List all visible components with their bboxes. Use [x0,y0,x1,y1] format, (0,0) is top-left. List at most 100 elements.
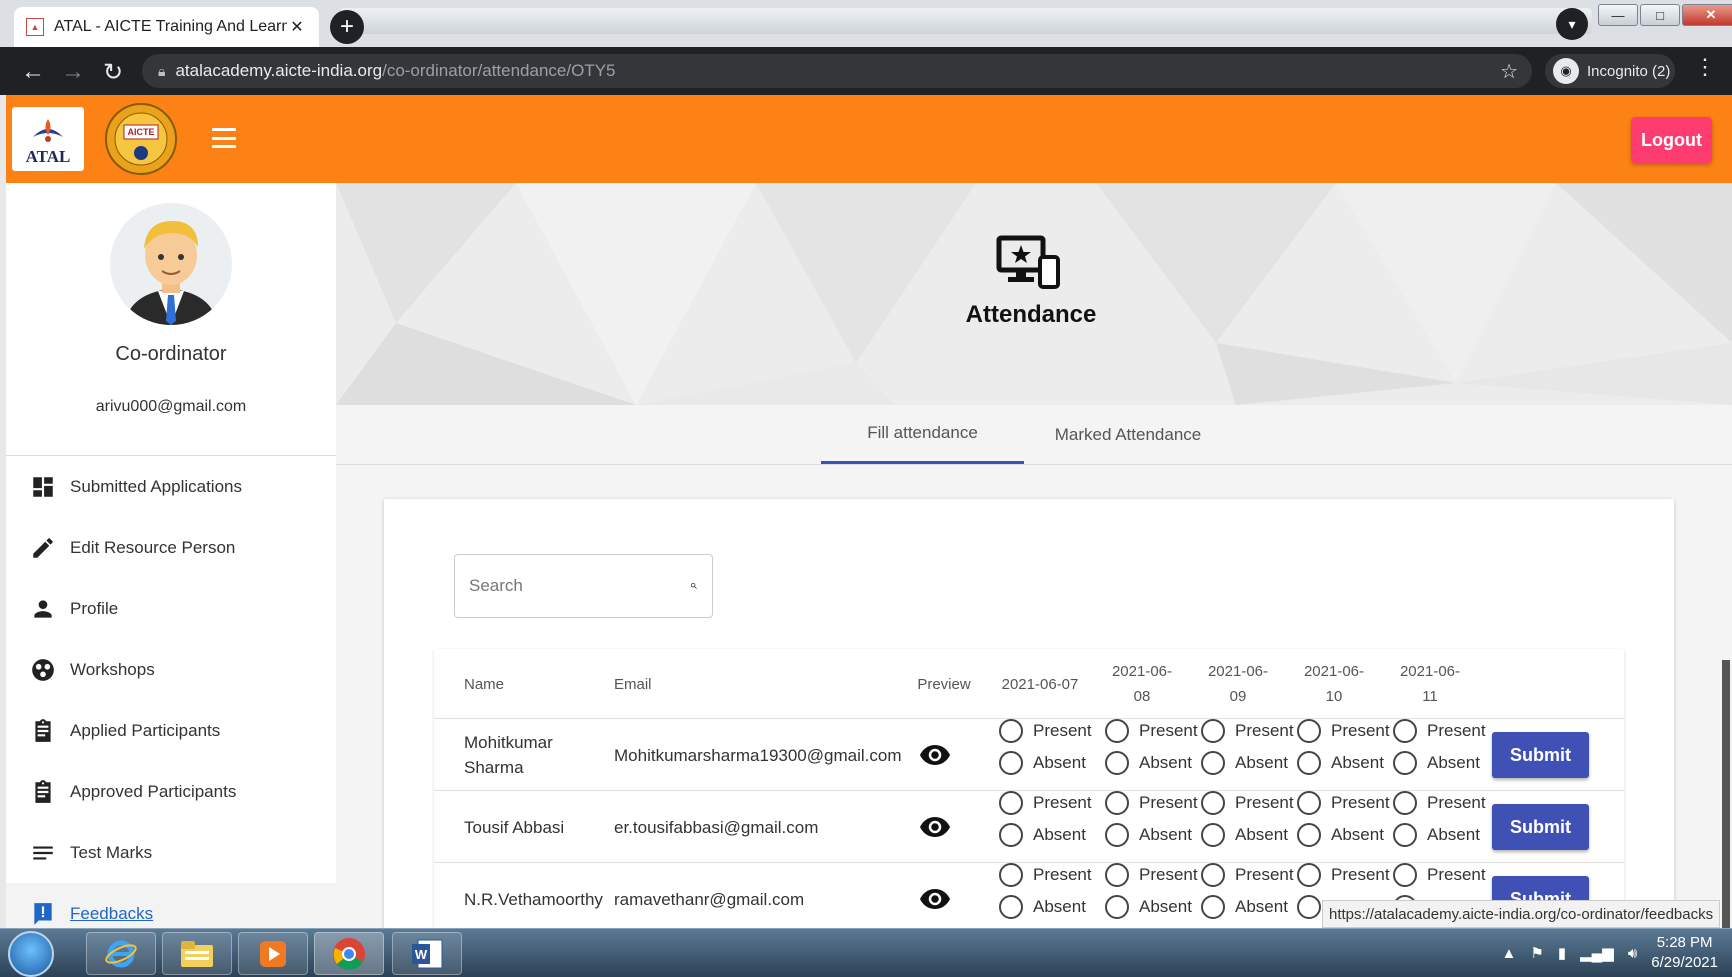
volume-icon[interactable]: 🔊︎ [1628,945,1637,962]
atal-logo[interactable]: ATAL [12,107,84,171]
eye-icon[interactable] [920,816,950,838]
tab-search-icon[interactable]: ▾ [1556,8,1588,40]
present-radio[interactable]: Present [1393,791,1486,815]
present-radio[interactable]: Present [999,863,1092,887]
sidebar-item-edit-resource-person[interactable]: Edit Resource Person [6,517,336,578]
present-radio[interactable]: Present [1297,719,1390,743]
maximize-button[interactable]: □ [1640,4,1680,26]
pencil-icon [33,537,53,558]
radio-circle [1105,863,1129,887]
address-bar[interactable]: 🔒︎ atalacademy.aicte-india.org/co-ordina… [142,54,1532,88]
tray-expand-icon[interactable]: ▲ [1502,945,1517,962]
minimize-button[interactable]: — [1598,4,1638,26]
present-radio[interactable]: Present [1297,791,1390,815]
absent-radio[interactable]: Absent [1105,895,1192,919]
word-icon[interactable]: W [392,932,462,975]
absent-radio[interactable]: Absent [1201,895,1288,919]
browser-menu-icon[interactable]: ⋮ [1694,54,1716,80]
logout-button[interactable]: Logout [1631,117,1712,163]
submit-button[interactable]: Submit [1492,804,1589,850]
radio-circle [999,863,1023,887]
incognito-label: Incognito (2) [1587,62,1671,80]
media-player-icon[interactable] [238,932,308,975]
present-radio[interactable]: Present [1297,863,1390,887]
absent-radio[interactable]: Absent [1393,823,1480,847]
sidebar-item-label: Workshops [70,659,155,679]
present-radio[interactable]: Present [1201,863,1294,887]
windows-start-button[interactable] [8,931,54,977]
search-icon[interactable] [690,575,698,597]
chrome-icon[interactable] [314,932,384,975]
participant-name: Tousif Abbasi [464,817,565,837]
lock-icon: 🔒︎ [158,62,166,79]
absent-radio[interactable]: Absent [1297,823,1384,847]
search-input[interactable] [469,576,690,596]
sidebar-item-label: Approved Participants [70,781,237,801]
browser-tab[interactable]: ▲ ATAL - AICTE Training And Learn ✕ [14,7,319,47]
absent-radio[interactable]: Absent [1105,823,1192,847]
aicte-logo[interactable]: AICTE [104,101,178,177]
present-label: Present [1427,793,1486,812]
sidebar-item-profile[interactable]: Profile [6,578,336,639]
eye-icon[interactable] [920,744,950,766]
browser-toolbar: ← → ↻ 🔒︎ atalacademy.aicte-india.org/co-… [0,47,1732,95]
tab-close-icon[interactable]: ✕ [287,17,307,37]
present-radio[interactable]: Present [1201,719,1294,743]
avatar-illustration [124,221,218,325]
reload-icon[interactable]: ↻ [96,55,130,89]
sidebar-item-workshops[interactable]: Workshops [6,639,336,700]
new-tab-button[interactable]: + [330,10,364,44]
present-radio[interactable]: Present [999,791,1092,815]
sidebar-item-feedbacks[interactable]: Feedbacks [6,883,336,928]
sidebar-item-submitted-applications[interactable]: Submitted Applications [6,456,336,517]
absent-radio[interactable]: Absent [1201,823,1288,847]
present-label: Present [1033,793,1092,812]
present-radio[interactable]: Present [1393,719,1486,743]
present-radio[interactable]: Present [1105,791,1198,815]
absent-radio[interactable]: Absent [999,751,1086,775]
forward-arrow-icon[interactable]: → [56,55,90,89]
absent-radio[interactable]: Absent [1297,751,1384,775]
radio-circle [1297,751,1321,775]
present-label: Present [1427,721,1486,740]
file-explorer-icon[interactable] [162,932,232,975]
hamburger-menu-icon[interactable] [212,128,236,148]
present-radio[interactable]: Present [1201,791,1294,815]
internet-explorer-icon[interactable] [86,932,156,975]
submit-button[interactable]: Submit [1492,732,1589,778]
bookmark-star-icon[interactable]: ☆ [1500,59,1518,84]
tab-marked-attendance[interactable]: Marked Attendance [1036,405,1220,464]
present-label: Present [1139,793,1198,812]
clock-time: 5:28 PM [1656,934,1713,951]
participant-email: ramavethanr@gmail.com [614,889,805,909]
sidebar-item-approved-participants[interactable]: Approved Participants [6,761,336,822]
absent-radio[interactable]: Absent [1393,751,1480,775]
radio-circle [1201,823,1225,847]
clock[interactable]: 5:28 PM 6/29/2021 [1651,933,1718,973]
absent-label: Absent [1331,825,1384,844]
absent-radio[interactable]: Absent [1201,751,1288,775]
network-signal-icon[interactable]: ▂▄▆ [1580,944,1614,962]
sidebar-item-test-marks[interactable]: Test Marks [6,822,336,883]
table-row: Tousif Abbasi er.tousifabbasi@gmail.com … [434,791,1624,863]
page-scrollbar[interactable] [1722,660,1730,928]
eye-icon[interactable] [920,888,950,910]
present-radio[interactable]: Present [1105,863,1198,887]
absent-radio[interactable]: Absent [999,895,1086,919]
back-arrow-icon[interactable]: ← [16,55,50,89]
action-center-flag-icon[interactable]: ⚑ [1530,944,1543,962]
search-box [454,554,713,618]
sidebar-item-applied-participants[interactable]: Applied Participants [6,700,336,761]
window-title-strip [340,8,1592,34]
present-radio[interactable]: Present [999,719,1092,743]
header-date: 2021-06-09 [1207,663,1269,705]
radio-circle [999,719,1023,743]
absent-radio[interactable]: Absent [1105,751,1192,775]
present-radio[interactable]: Present [1105,719,1198,743]
absent-radio[interactable]: Absent [999,823,1086,847]
tab-fill-attendance[interactable]: Fill attendance [821,405,1024,464]
device-icon[interactable]: ▮ [1558,944,1566,962]
incognito-button[interactable]: ◉ Incognito (2) [1545,54,1675,88]
window-close-button[interactable]: ✕ [1682,4,1732,26]
present-radio[interactable]: Present [1393,863,1486,887]
